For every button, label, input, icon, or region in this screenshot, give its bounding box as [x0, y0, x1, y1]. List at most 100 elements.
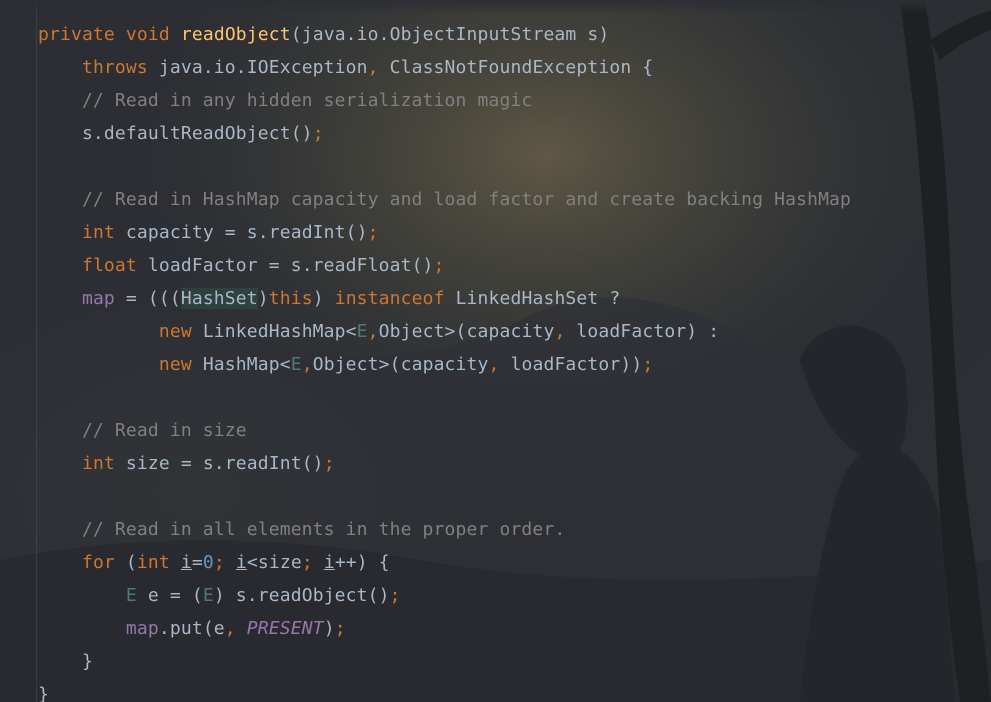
code-token: LinkedHashMap<: [191, 321, 357, 342]
code-token: ;: [642, 354, 654, 375]
code-token: =: [191, 552, 203, 573]
code-token: PRESENT: [246, 618, 324, 639]
code-token: map: [81, 288, 115, 309]
code-token: ;: [301, 552, 313, 573]
code-token: for: [81, 552, 115, 573]
code-token: int: [136, 552, 170, 573]
code-token: E: [202, 585, 214, 606]
code-token: loadFactor = s.readFloat(): [136, 255, 434, 276]
code-token: ): [312, 288, 335, 309]
code-token: = (((: [114, 288, 181, 309]
code-line[interactable]: E e = (E) s.readObject();: [38, 579, 401, 612]
code-token: new: [158, 321, 192, 342]
code-token: ): [323, 618, 335, 639]
code-line[interactable]: // Read in any hidden serialization magi…: [38, 84, 532, 117]
code-token: }: [38, 684, 49, 702]
code-token: E: [356, 321, 368, 342]
code-token: void: [125, 24, 170, 45]
code-token: ,: [367, 321, 379, 342]
code-token: i: [180, 552, 192, 573]
code-token: ,: [367, 57, 379, 78]
code-token: ,: [301, 354, 313, 375]
code-token: ;: [334, 618, 346, 639]
code-line[interactable]: s.defaultReadObject();: [38, 117, 324, 150]
code-token: // Read in all elements in the proper or…: [38, 519, 566, 540]
code-token: (java.io.ObjectInputStream s): [290, 24, 610, 45]
code-token: int: [81, 453, 115, 474]
code-line[interactable]: }: [38, 678, 49, 702]
code-token: ++) {: [334, 552, 390, 573]
code-token: HashSet: [180, 288, 258, 309]
code-token: throws: [81, 57, 148, 78]
code-token: size = s.readInt(): [114, 453, 324, 474]
code-token: HashMap<: [191, 354, 291, 375]
code-token: ClassNotFoundException {: [378, 57, 654, 78]
code-token: map: [125, 618, 159, 639]
code-token: }: [38, 651, 93, 672]
code-line[interactable]: }: [38, 645, 93, 678]
code-token: i: [323, 552, 335, 573]
code-token: private: [38, 24, 115, 45]
code-token: ;: [312, 123, 324, 144]
code-token: java.io.IOException: [147, 57, 368, 78]
code-token: s.defaultReadObject(): [38, 123, 313, 144]
code-token: 0: [202, 552, 214, 573]
code-line[interactable]: int size = s.readInt();: [38, 447, 335, 480]
code-token: capacity = s.readInt(): [114, 222, 368, 243]
code-token: loadFactor) :: [565, 321, 720, 342]
code-editor[interactable]: private void readObject(java.io.ObjectIn…: [0, 0, 991, 702]
code-token: ) s.readObject(): [213, 585, 390, 606]
code-token: ,: [488, 354, 500, 375]
code-token: <size: [246, 552, 302, 573]
code-token: // Read in any hidden serialization magi…: [38, 90, 533, 111]
code-token: e = (: [136, 585, 203, 606]
code-line[interactable]: private void readObject(java.io.ObjectIn…: [38, 18, 609, 51]
code-line[interactable]: // Read in all elements in the proper or…: [38, 513, 565, 546]
code-token: loadFactor)): [499, 354, 643, 375]
code-line[interactable]: for (int i=0; i<size; i++) {: [38, 546, 390, 579]
code-line[interactable]: // Read in size: [38, 414, 247, 447]
code-line[interactable]: map = (((HashSet)this) instanceof Linked…: [38, 282, 620, 315]
code-token: i: [235, 552, 247, 573]
code-token: int: [81, 222, 115, 243]
code-line[interactable]: // Read in HashMap capacity and load fac…: [38, 183, 851, 216]
code-line[interactable]: throws java.io.IOException, ClassNotFoun…: [38, 51, 653, 84]
code-line[interactable]: float loadFactor = s.readFloat();: [38, 249, 445, 282]
code-line[interactable]: int capacity = s.readInt();: [38, 216, 379, 249]
code-token: // Read in size: [38, 420, 247, 441]
code-area[interactable]: private void readObject(java.io.ObjectIn…: [0, 0, 991, 702]
code-token: .put(e: [158, 618, 225, 639]
code-token: (: [114, 552, 137, 573]
code-token: ): [257, 288, 269, 309]
code-token: ,: [224, 618, 236, 639]
code-token: ;: [433, 255, 445, 276]
code-token: readObject: [180, 24, 291, 45]
code-line[interactable]: new LinkedHashMap<E,Object>(capacity, lo…: [38, 315, 719, 348]
code-token: Object>(capacity: [378, 321, 555, 342]
scroll-fade: [0, 0, 991, 12]
code-token: Object>(capacity: [312, 354, 489, 375]
code-line[interactable]: new HashMap<E,Object>(capacity, loadFact…: [38, 348, 653, 381]
code-token: ;: [367, 222, 379, 243]
code-token: float: [81, 255, 137, 276]
code-token: // Read in HashMap capacity and load fac…: [38, 189, 852, 210]
code-token: this: [268, 288, 313, 309]
code-line[interactable]: map.put(e, PRESENT);: [38, 612, 346, 645]
code-token: new: [158, 354, 192, 375]
code-token: ;: [213, 552, 225, 573]
code-token: ,: [554, 321, 566, 342]
